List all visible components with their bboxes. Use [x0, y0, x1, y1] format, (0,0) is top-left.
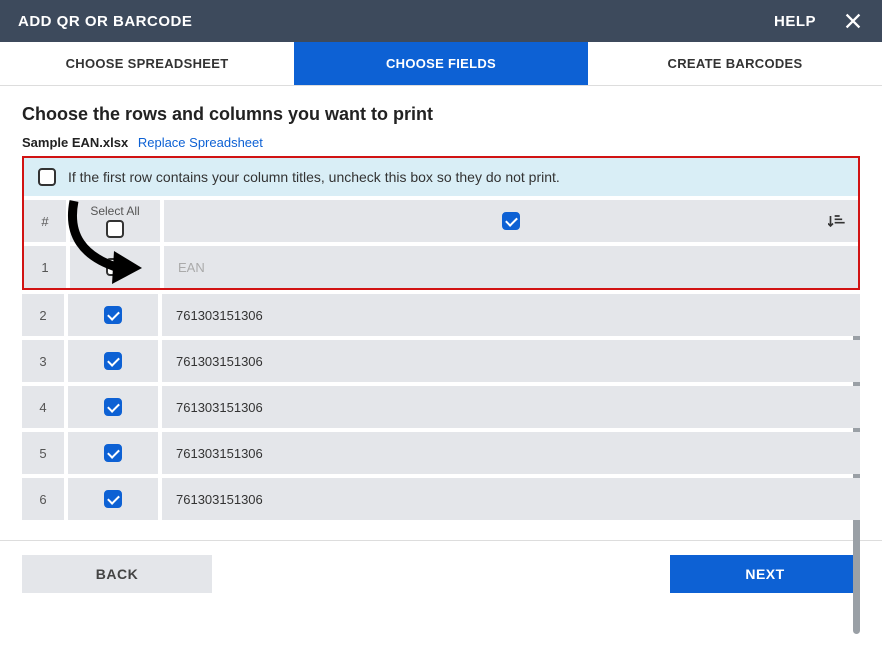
row-value: EAN	[164, 246, 858, 288]
file-name: Sample EAN.xlsx	[22, 135, 128, 150]
back-button[interactable]: BACK	[22, 555, 212, 593]
header-select-all: Select All	[70, 200, 160, 242]
row-num: 5	[22, 432, 64, 474]
header-column	[164, 200, 858, 242]
table-row: 3 761303151306	[22, 340, 860, 382]
replace-spreadsheet-link[interactable]: Replace Spreadsheet	[138, 135, 263, 150]
header-num: #	[24, 200, 66, 242]
row-value: 761303151306	[162, 294, 860, 336]
annotation-highlight: If the first row contains your column ti…	[22, 156, 860, 290]
row-value: 761303151306	[162, 340, 860, 382]
sort-icon[interactable]	[828, 213, 848, 229]
row-checkbox[interactable]	[104, 490, 122, 508]
row-num: 2	[22, 294, 64, 336]
row-checkbox[interactable]	[106, 258, 124, 276]
tab-create-barcodes[interactable]: CREATE BARCODES	[588, 42, 882, 85]
row-num: 1	[24, 246, 66, 288]
help-link[interactable]: HELP	[774, 13, 816, 30]
next-button[interactable]: NEXT	[670, 555, 860, 593]
modal-title: ADD QR OR BARCODE	[18, 13, 774, 30]
row-checkbox[interactable]	[104, 352, 122, 370]
table-row: 4 761303151306	[22, 386, 860, 428]
page-heading: Choose the rows and columns you want to …	[22, 104, 860, 125]
close-icon[interactable]	[842, 10, 864, 32]
first-row-titles-checkbox[interactable]	[38, 168, 56, 186]
table-row: 2 761303151306	[22, 294, 860, 336]
row-num: 3	[22, 340, 64, 382]
column-checkbox[interactable]	[502, 212, 520, 230]
tab-choose-spreadsheet[interactable]: CHOOSE SPREADSHEET	[0, 42, 294, 85]
select-all-label: Select All	[90, 204, 139, 218]
first-row-titles-label: If the first row contains your column ti…	[68, 169, 560, 185]
tab-choose-fields[interactable]: CHOOSE FIELDS	[294, 42, 588, 85]
table-row: 5 761303151306	[22, 432, 860, 474]
row-checkbox[interactable]	[104, 306, 122, 324]
row-num: 6	[22, 478, 64, 520]
table-row: 6 761303151306	[22, 478, 860, 520]
row-num: 4	[22, 386, 64, 428]
row-value: 761303151306	[162, 432, 860, 474]
row-value: 761303151306	[162, 478, 860, 520]
step-tabs: CHOOSE SPREADSHEET CHOOSE FIELDS CREATE …	[0, 42, 882, 86]
row-checkbox[interactable]	[104, 444, 122, 462]
row-value: 761303151306	[162, 386, 860, 428]
select-all-checkbox[interactable]	[106, 220, 124, 238]
row-checkbox[interactable]	[104, 398, 122, 416]
